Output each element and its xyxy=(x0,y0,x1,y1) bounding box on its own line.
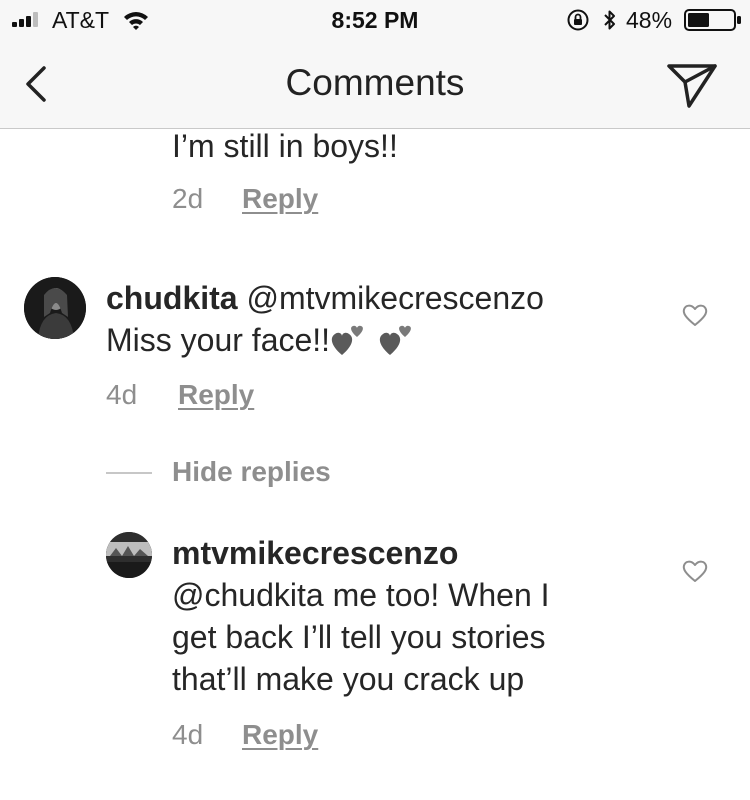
comment-mention[interactable]: @mtvmikecrescenzo xyxy=(246,280,543,316)
reply-username: mtvmikecrescenzo xyxy=(172,532,458,574)
comment-text: I’m still in boys!! xyxy=(172,129,398,164)
hide-replies-divider xyxy=(106,472,152,474)
grey-heart-emoji-icon xyxy=(331,325,363,355)
comment-time: 2d xyxy=(172,183,204,214)
nav-bar: Comments xyxy=(0,40,750,129)
avatar-photo xyxy=(24,277,86,339)
avatar-chudkita[interactable] xyxy=(24,277,86,339)
like-heart-icon[interactable] xyxy=(681,302,709,328)
like-heart-icon[interactable] xyxy=(681,558,709,584)
hide-replies-button[interactable]: Hide replies xyxy=(172,456,331,488)
avatar-photo xyxy=(106,532,152,578)
reply-button[interactable]: Reply xyxy=(242,183,318,215)
comment-username[interactable]: mtvmikecrescenzo xyxy=(172,535,458,571)
send-paper-plane-icon[interactable] xyxy=(664,60,720,110)
comment-text-line: Miss your face!! xyxy=(106,319,414,361)
battery-percent: 48% xyxy=(626,7,673,33)
comment-text: Miss your face!! xyxy=(106,322,331,358)
battery-icon xyxy=(684,9,741,31)
bluetooth-icon xyxy=(604,10,615,30)
reply-text-line-1: @chudkita me too! When I xyxy=(172,577,550,613)
status-bar: AT&T 8:52 PM 48% xyxy=(0,0,750,40)
reply-button[interactable]: Reply xyxy=(178,379,254,411)
avatar-mtvmikecrescenzo[interactable] xyxy=(106,532,152,578)
grey-heart-emoji-icon xyxy=(379,325,411,355)
page-title: Comments xyxy=(285,62,465,103)
reply-time: 4d xyxy=(172,719,204,750)
comment-body: chudkita @mtvmikecrescenzo xyxy=(106,277,666,319)
comments-list[interactable]: I’m still in boys!! 2d Reply chudkita @m… xyxy=(0,129,750,800)
reply-text-line-2: get back I’ll tell you stories xyxy=(172,619,546,655)
comment-time: 4d xyxy=(106,379,138,410)
reply-button[interactable]: Reply xyxy=(242,719,318,751)
reply-text-line-3: that’ll make you crack up xyxy=(172,661,525,697)
rotation-lock-icon xyxy=(567,9,589,31)
comment-username[interactable]: chudkita xyxy=(106,280,238,316)
